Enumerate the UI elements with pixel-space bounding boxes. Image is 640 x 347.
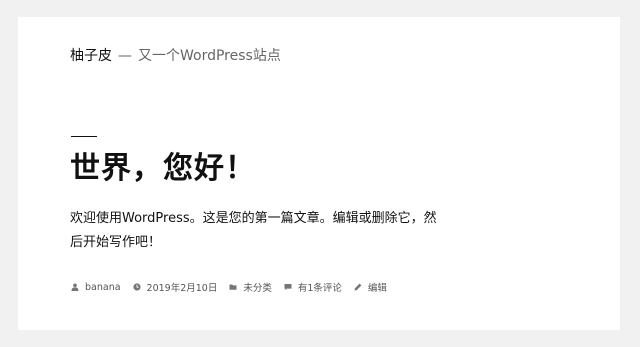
folder-icon xyxy=(229,284,237,290)
meta-category[interactable]: 未分类 xyxy=(229,280,272,294)
meta-author[interactable]: banana xyxy=(71,282,121,293)
post-title[interactable]: 世界，您好！ xyxy=(70,149,256,189)
pencil-icon xyxy=(354,283,362,291)
meta-comments[interactable]: 有1条评论 xyxy=(284,280,342,294)
comments-link[interactable]: 有1条评论 xyxy=(298,280,342,294)
site-description: 又一个WordPress站点 xyxy=(138,48,281,64)
post-meta: banana 2019年2月10日 未分类 有1条评论 编辑 xyxy=(71,280,399,294)
edit-link[interactable]: 编辑 xyxy=(368,280,387,294)
author-link[interactable]: banana xyxy=(85,282,121,293)
meta-date[interactable]: 2019年2月10日 xyxy=(132,280,218,294)
site-title[interactable]: 柚子皮 xyxy=(70,48,112,64)
date-link[interactable]: 2019年2月10日 xyxy=(147,280,218,294)
title-divider xyxy=(71,136,97,137)
post-paragraph: 欢迎使用WordPress。这是您的第一篇文章。编辑或删除它，然后开始写作吧！ xyxy=(70,211,437,250)
clock-icon xyxy=(132,283,141,291)
page-card: 柚子皮 — 又一个WordPress站点 世界，您好！ 欢迎使用WordPress。… xyxy=(18,17,620,330)
site-header: 柚子皮 — 又一个WordPress站点 xyxy=(70,46,281,66)
header-separator: — xyxy=(118,48,132,64)
user-icon xyxy=(71,283,79,291)
category-link[interactable]: 未分类 xyxy=(243,280,272,294)
post-content: 欢迎使用WordPress。这是您的第一篇文章。编辑或删除它，然后开始写作吧！ xyxy=(70,207,442,255)
meta-edit[interactable]: 编辑 xyxy=(354,280,387,294)
comment-icon xyxy=(284,284,292,291)
